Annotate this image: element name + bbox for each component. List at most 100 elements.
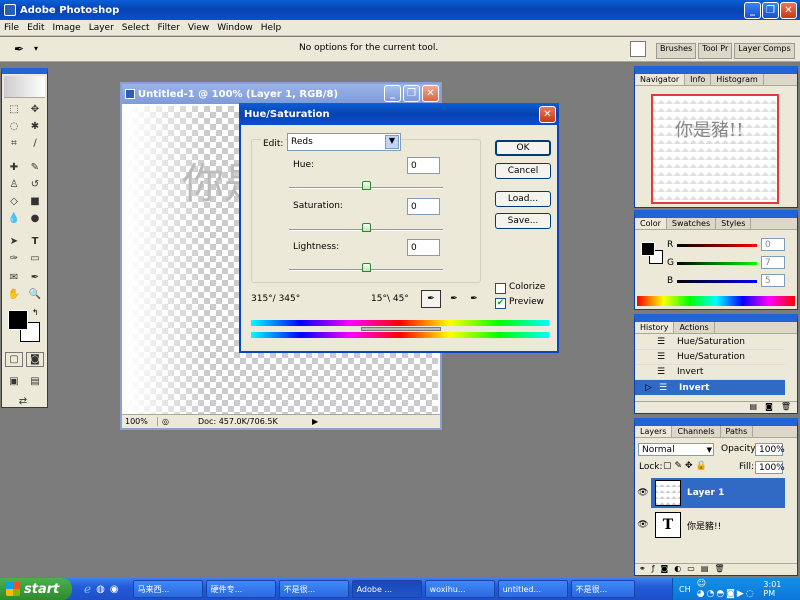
menu-help[interactable]: Help: [257, 23, 286, 33]
taskbar-item[interactable]: 不是很...: [570, 580, 635, 598]
mask-icon[interactable]: ◙: [661, 564, 669, 575]
language-indicator[interactable]: CH: [679, 585, 691, 594]
menu-window[interactable]: Window: [213, 23, 257, 33]
new-group-icon[interactable]: ▭: [687, 564, 695, 575]
cancel-button[interactable]: Cancel: [495, 163, 551, 179]
save-button[interactable]: Save...: [495, 213, 551, 229]
pen-tool-icon[interactable]: ✑: [5, 251, 23, 266]
tab-history[interactable]: History: [635, 322, 675, 333]
b-input[interactable]: 5: [761, 274, 785, 287]
eraser-tool-icon[interactable]: ◇: [5, 194, 23, 209]
minimize-button[interactable]: _: [744, 2, 761, 19]
tool-preset-chevron-icon[interactable]: ▾: [34, 44, 38, 53]
brush-tool-icon[interactable]: ✎: [26, 160, 44, 175]
menu-image[interactable]: Image: [49, 23, 85, 33]
menu-edit[interactable]: Edit: [23, 23, 48, 33]
blur-tool-icon[interactable]: 💧: [5, 211, 23, 226]
tab-histogram[interactable]: Histogram: [711, 74, 764, 85]
eyedropper-plus-icon[interactable]: ✒: [445, 290, 463, 308]
g-slider[interactable]: [677, 262, 757, 265]
feather-logo-icon[interactable]: [4, 76, 45, 98]
tray-icons[interactable]: ☺◕◔◓◙▶◌: [697, 579, 764, 599]
lock-icons[interactable]: ▢✎✥🔒: [663, 461, 710, 471]
history-item[interactable]: ☰ Hue/Saturation: [635, 350, 785, 365]
fill-input[interactable]: 100%: [755, 461, 785, 474]
link-icon[interactable]: ⚭: [639, 564, 646, 575]
tab-navigator[interactable]: Navigator: [635, 74, 686, 85]
eyedropper-minus-icon[interactable]: ✒: [465, 290, 483, 308]
foreground-color-swatch[interactable]: [8, 310, 28, 330]
r-slider[interactable]: [677, 244, 757, 247]
saturation-slider-thumb[interactable]: [362, 223, 371, 232]
layer-style-icon[interactable]: ƒ: [652, 564, 655, 575]
taskbar-item[interactable]: 硬件专...: [205, 580, 276, 598]
document-close-button[interactable]: ✕: [422, 85, 439, 102]
lasso-tool-icon[interactable]: ◌: [5, 119, 23, 134]
quicklaunch-desktop-icon[interactable]: ◍: [96, 584, 105, 595]
taskbar-item[interactable]: untitled...: [497, 580, 568, 598]
history-brush-tool-icon[interactable]: ↺: [26, 177, 44, 192]
file-browser-icon[interactable]: [630, 41, 646, 57]
preview-label[interactable]: Preview: [509, 297, 544, 307]
dodge-tool-icon[interactable]: ●: [26, 211, 44, 226]
move-tool-icon[interactable]: ✥: [26, 102, 44, 117]
history-item[interactable]: ☰ Invert: [635, 365, 785, 380]
healing-brush-tool-icon[interactable]: ✚: [5, 160, 23, 175]
history-item[interactable]: ☰ Hue/Saturation: [635, 335, 785, 350]
document-minimize-button[interactable]: _: [384, 85, 401, 102]
taskbar-item-active[interactable]: Adobe ...: [351, 580, 422, 598]
colorize-checkbox[interactable]: [495, 283, 506, 294]
tab-paths[interactable]: Paths: [721, 426, 754, 437]
document-title-bar[interactable]: Untitled-1 @ 100% (Layer 1, RGB/8) _ ❐ ✕: [122, 84, 440, 104]
taskbar-item[interactable]: 马来西...: [132, 580, 203, 598]
notes-tool-icon[interactable]: ✉: [5, 270, 23, 285]
ok-button[interactable]: OK: [495, 140, 551, 156]
load-button[interactable]: Load...: [495, 191, 551, 207]
eyedropper-icon[interactable]: ✒: [421, 290, 441, 308]
menu-select[interactable]: Select: [118, 23, 154, 33]
quicklaunch-media-icon[interactable]: ◉: [110, 584, 119, 595]
eye-icon[interactable]: 👁: [635, 520, 651, 530]
dialog-close-button[interactable]: ✕: [539, 106, 556, 123]
dock-tab-tool-presets[interactable]: Tool Pr: [698, 43, 733, 59]
lightness-input[interactable]: 0: [407, 239, 440, 256]
type-tool-icon[interactable]: T: [26, 234, 44, 249]
standard-mode-icon[interactable]: ▢: [5, 352, 23, 367]
zoom-level[interactable]: 100%: [122, 417, 158, 426]
quicklaunch-ie-icon[interactable]: ℯ: [84, 582, 91, 596]
tab-info[interactable]: Info: [685, 74, 712, 85]
edit-select[interactable]: Reds ▼: [287, 133, 401, 151]
magic-wand-tool-icon[interactable]: ✱: [26, 119, 44, 134]
layer-row[interactable]: 👁 T 你是豬!!: [635, 510, 785, 540]
gradient-tool-icon[interactable]: ■: [26, 194, 44, 209]
navigator-preview[interactable]: 你是豬!!: [651, 94, 779, 204]
saturation-input[interactable]: 0: [407, 198, 440, 215]
tab-actions[interactable]: Actions: [674, 322, 715, 333]
hue-slider-thumb[interactable]: [362, 181, 371, 190]
full-screen-mode-icon[interactable]: ▤: [26, 374, 44, 389]
hue-input[interactable]: 0: [407, 157, 440, 174]
menu-layer[interactable]: Layer: [85, 23, 118, 33]
opacity-input[interactable]: 100%: [755, 443, 785, 456]
chevron-down-icon[interactable]: ▼: [707, 446, 712, 454]
new-layer-icon[interactable]: ▤: [701, 564, 709, 575]
history-item-selected[interactable]: ▷ ☰ Invert: [635, 380, 785, 395]
r-input[interactable]: 0: [761, 238, 785, 251]
eyedropper-tool-icon[interactable]: ✒: [26, 270, 44, 285]
marquee-tool-icon[interactable]: ⬚: [5, 102, 23, 117]
taskbar-item[interactable]: woxihu...: [424, 580, 495, 598]
lightness-slider-thumb[interactable]: [362, 263, 371, 272]
crop-tool-icon[interactable]: ⌗: [5, 136, 23, 151]
taskbar-item[interactable]: 不是很...: [278, 580, 349, 598]
clone-stamp-tool-icon[interactable]: ♙: [5, 177, 23, 192]
color-ramp[interactable]: [637, 296, 795, 306]
menu-file[interactable]: File: [0, 23, 23, 33]
shape-tool-icon[interactable]: ▭: [26, 251, 44, 266]
hand-tool-icon[interactable]: ✋: [5, 287, 23, 302]
tab-layers[interactable]: Layers: [635, 426, 673, 437]
layer-name[interactable]: Layer 1: [687, 488, 724, 498]
dialog-title-bar[interactable]: Hue/Saturation ✕: [239, 103, 559, 125]
color-foreground-swatch[interactable]: [641, 242, 655, 256]
tab-styles[interactable]: Styles: [716, 218, 752, 229]
trash-icon[interactable]: 🗑: [781, 402, 791, 413]
